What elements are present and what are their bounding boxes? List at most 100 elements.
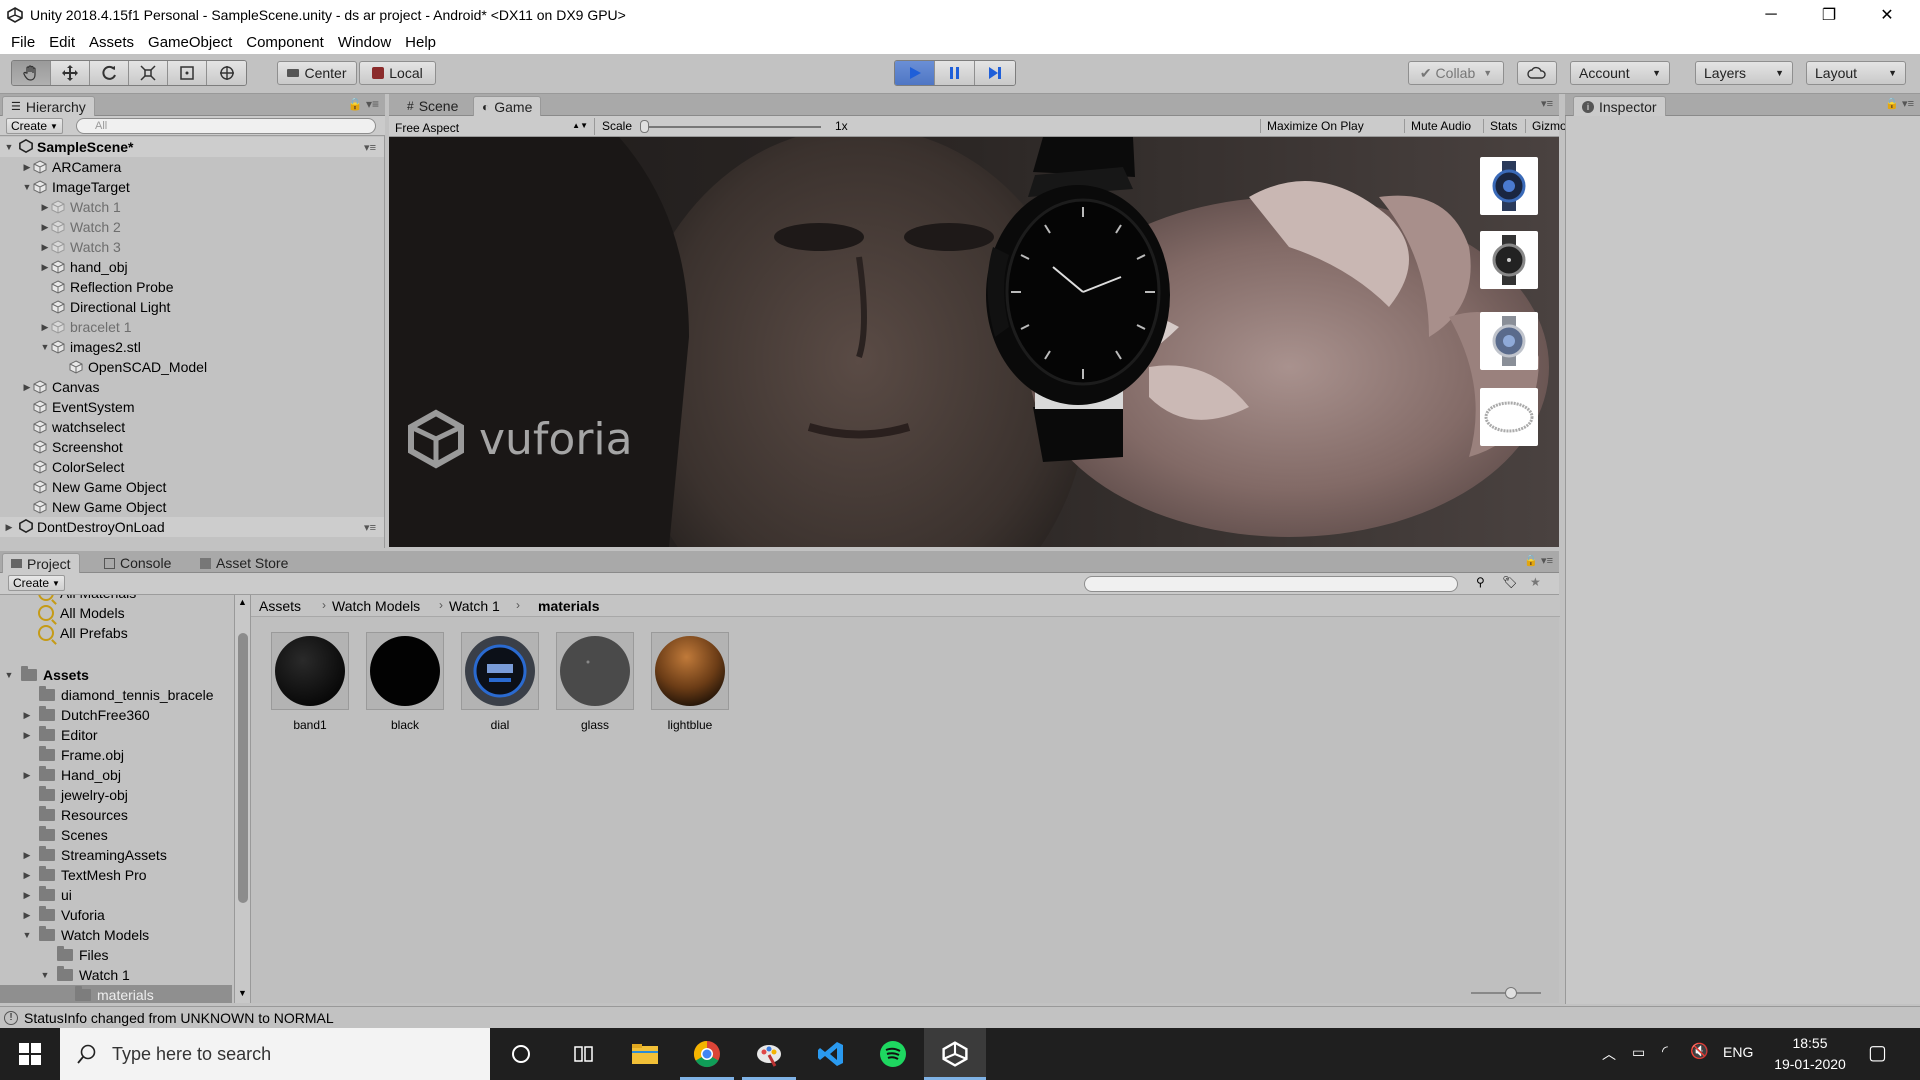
hierarchy-search-input[interactable]: All [76, 118, 376, 134]
folder-item[interactable]: jewelry-obj [0, 785, 232, 805]
tab-inspector[interactable]: i Inspector [1573, 96, 1666, 116]
layers-dropdown[interactable]: Layers ▼ [1695, 61, 1793, 85]
aspect-dropdown[interactable]: Free Aspect ▲▼ [395, 118, 595, 135]
panel-menu-icon[interactable]: 🔒 ▾≡ [1524, 554, 1553, 567]
rect-tool-button[interactable] [168, 61, 207, 85]
hierarchy-item[interactable]: Directional Light [0, 297, 384, 317]
stats-toggle[interactable]: Stats [1483, 119, 1517, 133]
chevron-right-icon[interactable]: ▶ [39, 261, 51, 273]
tab-scene[interactable]: # Scene [399, 96, 466, 116]
material-asset[interactable]: band1 [271, 632, 349, 732]
icon-size-slider-handle[interactable] [1505, 987, 1517, 999]
hierarchy-item[interactable]: ColorSelect [0, 457, 384, 477]
chevron-right-icon[interactable]: ▶ [21, 729, 33, 741]
scale-slider-handle[interactable] [640, 120, 649, 133]
scene-menu-icon[interactable]: ▾≡ [364, 141, 376, 154]
menu-component[interactable]: Component [239, 34, 331, 51]
language-indicator[interactable]: ENG [1723, 1044, 1753, 1060]
menu-gameobject[interactable]: GameObject [141, 34, 239, 51]
folder-item[interactable]: ▼ Watch 1 [0, 965, 232, 985]
hierarchy-item[interactable]: ▶ Watch 2 [0, 217, 384, 237]
chevron-right-icon[interactable]: ▶ [21, 889, 33, 901]
hierarchy-item[interactable]: ▼ images2.stl [0, 337, 384, 357]
chrome-button[interactable] [676, 1028, 738, 1080]
status-bar[interactable]: ! StatusInfo changed from UNKNOWN to NOR… [0, 1006, 1920, 1028]
hierarchy-item[interactable]: ▶ bracelet 1 [0, 317, 384, 337]
watch-2-thumbnail[interactable] [1480, 231, 1538, 289]
material-asset[interactable]: dial [461, 632, 539, 732]
hierarchy-item[interactable]: ▼ ImageTarget [0, 177, 384, 197]
folder-item[interactable]: Frame.obj [0, 745, 232, 765]
tab-game[interactable]: ◐ Game [473, 96, 542, 116]
hierarchy-item[interactable]: New Game Object [0, 477, 384, 497]
hierarchy-item[interactable]: Screenshot [0, 437, 384, 457]
chevron-right-icon[interactable]: ▶ [21, 161, 33, 173]
bracelet-thumbnail[interactable] [1480, 388, 1538, 446]
scale-tool-button[interactable] [129, 61, 168, 85]
rotate-tool-button[interactable] [90, 61, 129, 85]
tab-hierarchy[interactable]: ☰ Hierarchy [2, 96, 95, 116]
unity-taskbar-button[interactable] [924, 1028, 986, 1080]
chevron-down-icon[interactable]: ▼ [21, 929, 33, 941]
hierarchy-item[interactable]: watchselect [0, 417, 384, 437]
paint-button[interactable] [738, 1028, 800, 1080]
star-icon[interactable]: ★ [1530, 575, 1541, 589]
chevron-down-icon[interactable]: ▼ [21, 181, 33, 193]
cloud-button[interactable] [1517, 61, 1557, 85]
chevron-right-icon[interactable]: ▶ [21, 849, 33, 861]
folder-item[interactable]: diamond_tennis_bracele [0, 685, 232, 705]
hierarchy-item[interactable]: EventSystem [0, 397, 384, 417]
transform-all-tool-button[interactable] [207, 61, 246, 85]
watch-1-thumbnail[interactable] [1480, 157, 1538, 215]
filter-by-label-icon[interactable]: 🏷 [1502, 575, 1517, 589]
move-tool-button[interactable] [51, 61, 90, 85]
tab-project[interactable]: Project [2, 553, 80, 573]
folder-item[interactable]: ▶ DutchFree360 [0, 705, 232, 725]
pivot-center-toggle[interactable]: Center [277, 61, 357, 85]
task-view-button[interactable] [552, 1028, 614, 1080]
breadcrumb-assets[interactable]: Assets [259, 598, 301, 614]
layout-dropdown[interactable]: Layout ▼ [1806, 61, 1906, 85]
taskbar-search-box[interactable]: Type here to search [60, 1028, 490, 1080]
breadcrumb-materials[interactable]: materials [538, 598, 599, 614]
spotify-button[interactable] [862, 1028, 924, 1080]
tab-console[interactable]: Console [96, 553, 179, 573]
scene-menu-icon[interactable]: ▾≡ [364, 521, 376, 534]
watch-3-thumbnail[interactable] [1480, 312, 1538, 370]
scale-slider-track[interactable] [641, 126, 821, 128]
chevron-right-icon[interactable]: ▶ [21, 909, 33, 921]
game-view[interactable]: vuforia [389, 137, 1559, 547]
cortana-button[interactable] [490, 1028, 552, 1080]
minimize-button[interactable]: ─ [1742, 0, 1800, 30]
breadcrumb-watch-1[interactable]: Watch 1 [449, 598, 500, 614]
folder-item[interactable]: ▶ StreamingAssets [0, 845, 232, 865]
maximize-on-play-toggle[interactable]: Maximize On Play [1260, 119, 1364, 133]
project-tree-scrollbar[interactable]: ▲ ▼ [234, 595, 250, 1003]
hierarchy-create-button[interactable]: Create ▼ [6, 118, 63, 134]
material-asset[interactable]: black [366, 632, 444, 732]
notification-icon[interactable]: ▢ [1868, 1040, 1887, 1065]
pause-button[interactable] [935, 61, 975, 85]
project-search-input[interactable] [1084, 576, 1458, 592]
folder-item[interactable]: ▼ Watch Models [0, 925, 232, 945]
scroll-down-icon[interactable]: ▼ [238, 988, 247, 998]
hierarchy-item[interactable]: OpenSCAD_Model [0, 357, 384, 377]
hierarchy-item[interactable]: New Game Object [0, 497, 384, 517]
chevron-right-icon[interactable]: ▶ [39, 221, 51, 233]
tab-asset-store[interactable]: Asset Store [192, 553, 296, 573]
hierarchy-item[interactable]: ▶ ARCamera [0, 157, 384, 177]
menu-help[interactable]: Help [398, 34, 443, 51]
chevron-right-icon[interactable]: ▶ [39, 241, 51, 253]
folder-item[interactable]: Scenes [0, 825, 232, 845]
chevron-right-icon[interactable]: ▶ [21, 769, 33, 781]
wifi-icon[interactable]: ◜ [1662, 1042, 1668, 1060]
menu-window[interactable]: Window [331, 34, 398, 51]
start-button[interactable] [0, 1028, 60, 1080]
hierarchy-item[interactable]: Reflection Probe [0, 277, 384, 297]
hierarchy-item[interactable]: ▶ hand_obj [0, 257, 384, 277]
menu-assets[interactable]: Assets [82, 34, 141, 51]
folder-item[interactable]: ▶ TextMesh Pro [0, 865, 232, 885]
folder-item[interactable]: Resources [0, 805, 232, 825]
folder-item[interactable]: ▶ Hand_obj [0, 765, 232, 785]
folder-item[interactable]: materials [0, 985, 232, 1003]
